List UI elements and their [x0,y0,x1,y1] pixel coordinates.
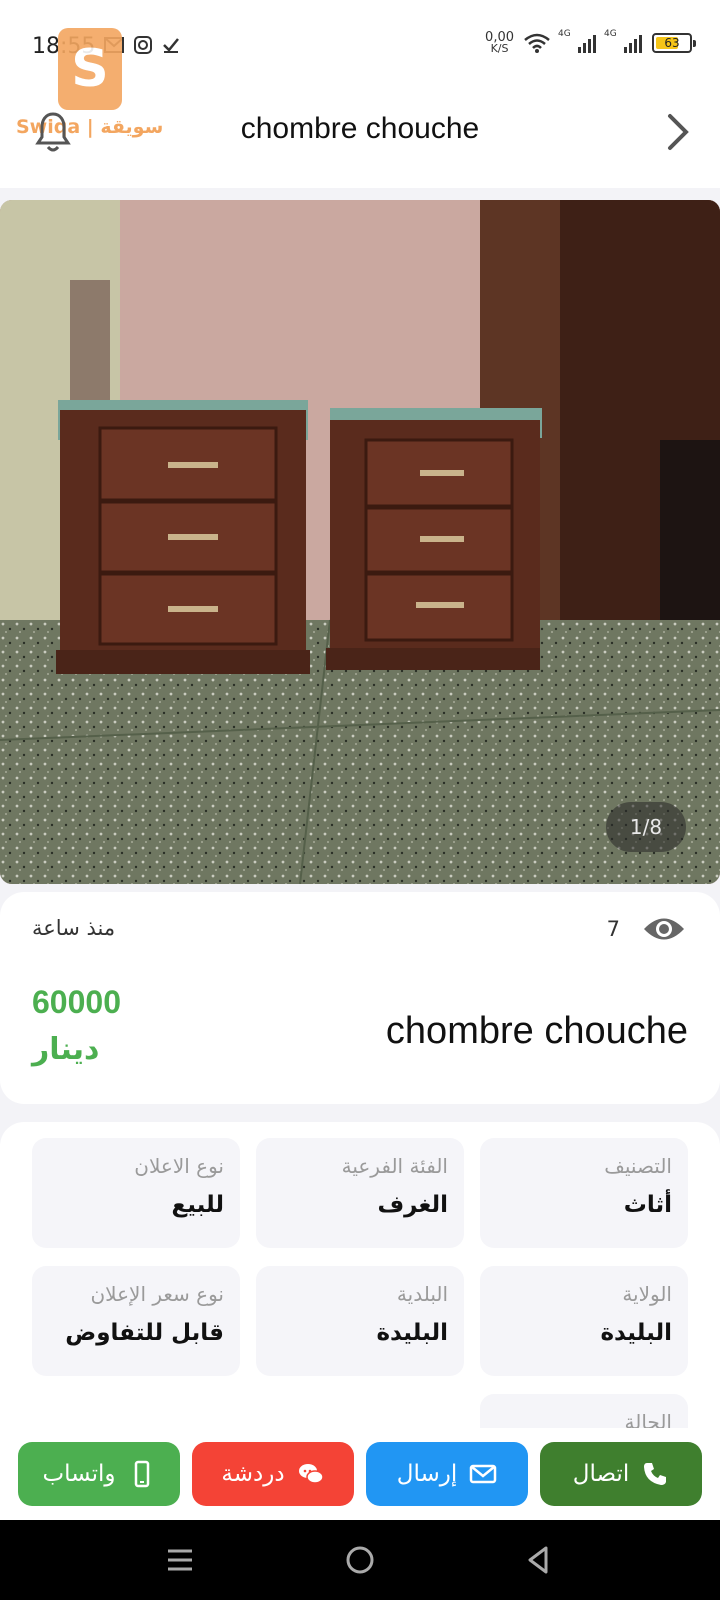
page-title: chombre chouche [240,112,480,145]
call-label: اتصال [572,1461,630,1487]
send-label: إرسال [396,1461,458,1487]
system-nav-bar [0,1520,720,1600]
whatsapp-button[interactable]: واتساب [18,1442,180,1506]
detail-category: التصنيف أثاث [480,1138,688,1248]
posted-time: منذ ساعة [32,916,116,940]
views-count: 7 [606,917,620,941]
chat-button[interactable]: دردشة [192,1442,354,1506]
detail-ad-type: نوع الاعلان للبيع [32,1138,240,1248]
ad-photo[interactable]: 1/8 [0,200,720,884]
system-status: 0,00 K/S 4G 4G 63 [485,29,696,55]
battery-icon: 63 [652,33,696,53]
eye-icon [644,918,684,940]
ad-title: chombre chouche [385,1010,688,1052]
detail-municipality: البلدية البليدة [256,1266,464,1376]
wifi-icon [524,33,550,53]
summary-card: منذ ساعة 7 60000 دينار chombre chouche [0,892,720,1104]
call-button[interactable]: اتصال [540,1442,702,1506]
price: 60000 [32,984,121,1020]
back-icon[interactable] [520,1542,556,1578]
detail-price-type: نوع سعر الإعلان قابل للتفاوض [32,1266,240,1376]
signal-sim1-icon: 4G [558,29,596,53]
action-bar: واتساب دردشة إرسال اتصال [0,1428,720,1520]
whatsapp-label: واتساب [42,1461,116,1487]
mail-icon [470,1464,497,1484]
photo-counter: 1/8 [606,802,686,852]
signal-sim2-icon: 4G [604,29,642,53]
logo-badge: S [58,28,122,110]
chevron-right-icon[interactable] [658,110,698,154]
chat-bubbles-icon [298,1464,324,1484]
detail-state: الولاية البليدة [480,1266,688,1376]
chat-label: دردشة [221,1461,285,1487]
views: 7 [607,914,686,944]
detail-subcategory: الفئة الفرعية الغرف [256,1138,464,1248]
menu-icon[interactable] [162,1542,198,1578]
phone-icon [644,1463,667,1485]
currency: دينار [32,1032,100,1067]
phone-device-icon [134,1460,149,1488]
home-icon[interactable] [342,1542,378,1578]
app-header: S Swiqa | سويقة chombre chouche [0,28,720,188]
send-email-button[interactable]: إرسال [366,1442,528,1506]
network-speed: 0,00 K/S [485,30,514,55]
photo-image [0,200,720,884]
